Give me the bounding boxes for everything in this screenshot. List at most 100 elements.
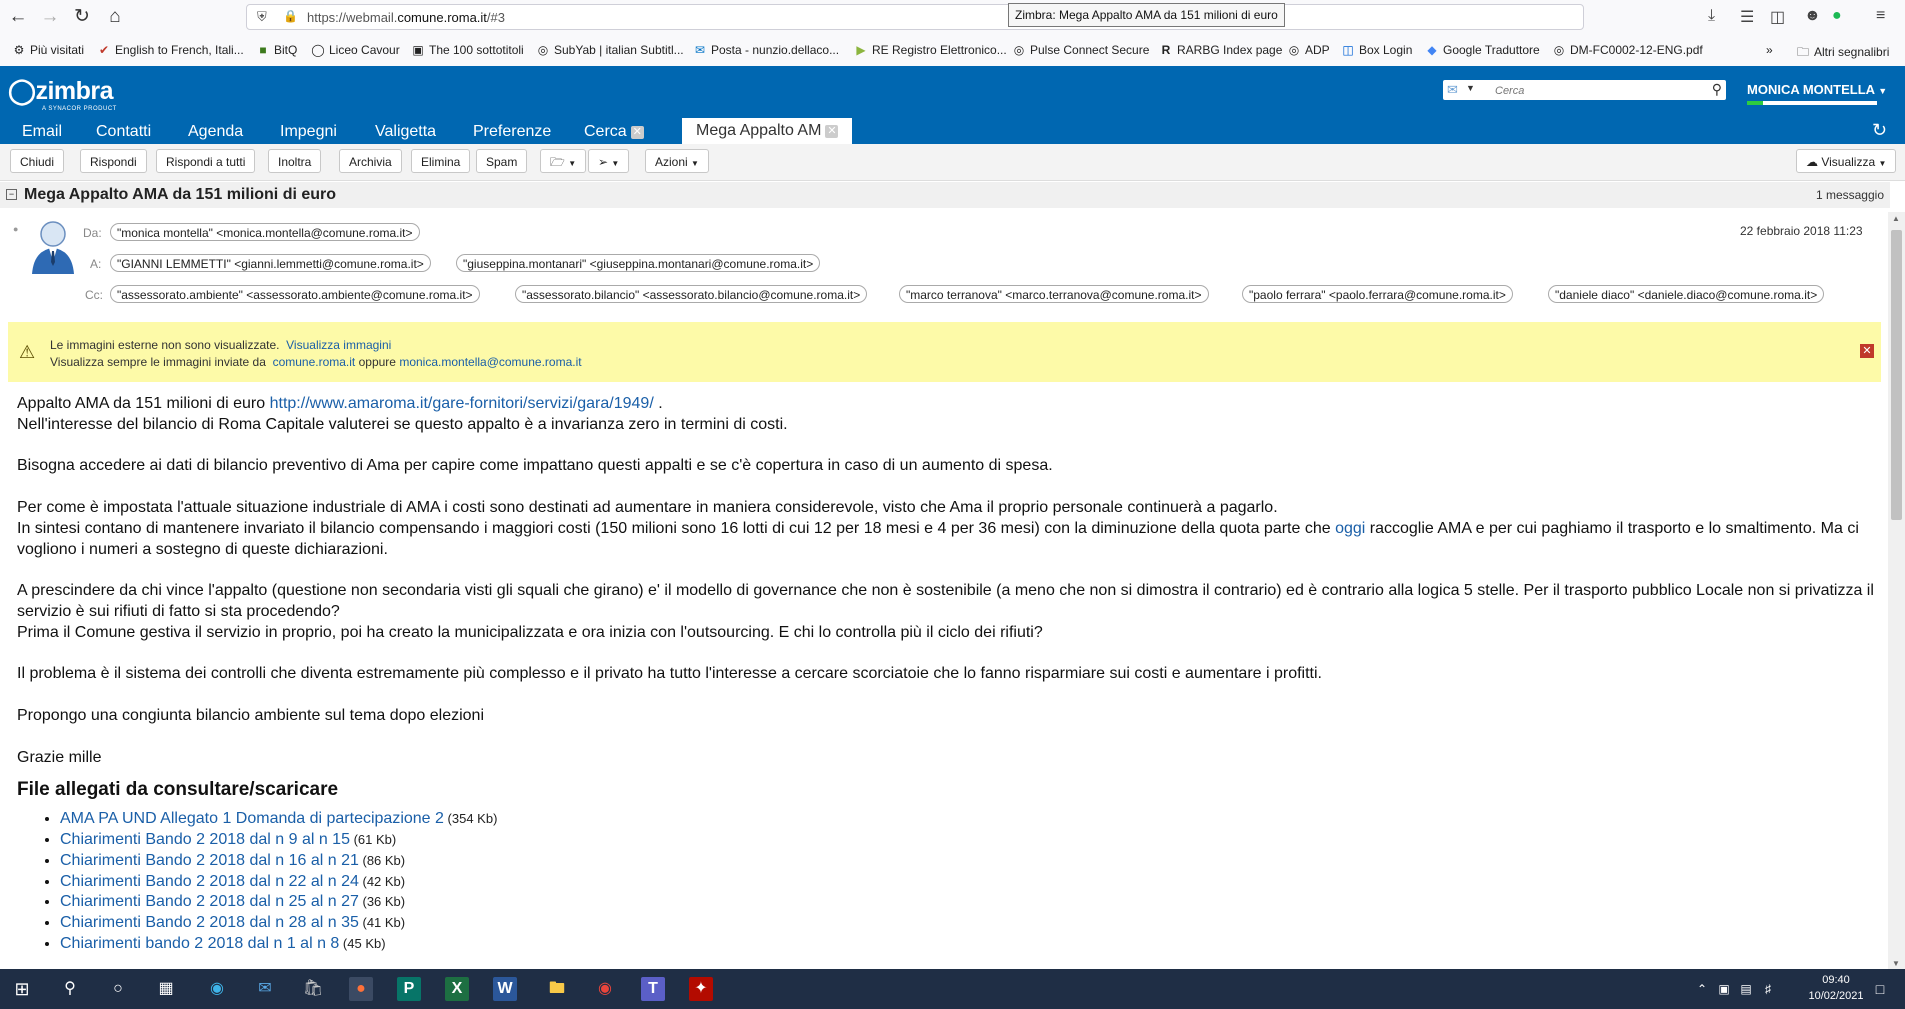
bookmark-item[interactable]: R RARBG Index page [1159,43,1283,57]
search-input[interactable] [1493,82,1697,99]
refresh-icon[interactable]: ↻ [1872,120,1887,141]
search-icon[interactable]: ⚲ [58,977,82,1001]
cortana-icon[interactable]: ○ [106,977,130,1001]
gara-link[interactable]: http://www.amaroma.it/gare-fornitori/ser… [270,395,654,412]
volume-icon[interactable]: ♯ [1756,977,1780,1001]
mail-icon[interactable]: ✉ [253,977,277,1001]
scroll-up-icon[interactable]: ▲ [1892,214,1900,223]
chevron-down-icon[interactable]: ▼ [1466,83,1475,93]
from-address[interactable]: "monica montella" <monica.montella@comun… [110,223,420,241]
archive-button[interactable]: Archivia [339,149,402,173]
tab-impegni[interactable]: Impegni [280,120,337,144]
bookmark-item[interactable]: ◎ ADP [1287,43,1330,57]
tab-agenda[interactable]: Agenda [188,120,243,144]
file-explorer-icon[interactable]: 🖿 [545,977,569,1001]
cc-address[interactable]: "paolo ferrara" <paolo.ferrara@comune.ro… [1242,285,1513,303]
tab-cerca[interactable]: Cerca ✕ [584,120,644,144]
forward-button[interactable]: Inoltra [268,149,322,173]
reload-icon[interactable]: ↻ [70,6,94,30]
tag-button[interactable]: ➢ ▼ [588,149,630,173]
move-button[interactable]: 🗁 ▼ [540,149,587,173]
bookmark-item[interactable]: ✉ Posta - nunzio.dellaco... [693,43,839,57]
sidebar-icon[interactable]: ◫ [1770,7,1785,27]
tab-email[interactable]: Email [22,120,62,144]
attachment-link[interactable]: AMA PA UND Allegato 1 Domanda di parteci… [60,810,444,827]
attachment-link[interactable]: Chiarimenti Bando 2 2018 dal n 9 al n 15 [60,831,350,848]
trust-sender-link[interactable]: monica.montella@comune.roma.it [399,355,581,369]
url-bar[interactable]: ⛨ 🔒 https://webmail.comune.roma.it/#3 [246,4,1584,30]
attachment-link[interactable]: Chiarimenti Bando 2 2018 dal n 16 al n 2… [60,852,359,869]
bookmark-item[interactable]: ◆ Google Traduttore [1425,43,1539,57]
home-icon[interactable]: ⌂ [103,6,127,30]
close-icon[interactable]: ✕ [825,125,839,138]
bookmark-item[interactable]: ▣ The 100 sottotitoli [411,43,523,57]
chrome-icon[interactable]: ◉ [593,977,617,1001]
chevron-up-icon[interactable]: ⌃ [1690,977,1714,1001]
attachment-link[interactable]: Chiarimenti bando 2 2018 dal n 1 al n 8 [60,935,339,952]
publisher-icon[interactable]: P [397,977,421,1001]
bookmark-item[interactable]: ◎ DM-FC0002-12-ENG.pdf [1552,43,1703,57]
network-icon[interactable]: ▤ [1734,977,1758,1001]
attachment-link[interactable]: Chiarimenti Bando 2 2018 dal n 28 al n 3… [60,914,359,931]
scrollbar[interactable]: ▲ ▼ [1888,212,1905,970]
reply-all-button[interactable]: Rispondi a tutti [156,149,256,173]
view-button[interactable]: ☁ Visualizza ▼ [1796,149,1897,173]
trust-domain-link[interactable]: comune.roma.it [273,355,356,369]
search-box[interactable]: ✉ ▼ ⚲ [1443,80,1726,100]
forward-icon[interactable]: → [38,6,62,30]
word-icon[interactable]: W [493,977,517,1001]
tab-message[interactable]: Mega Appalto AM ✕ [682,118,853,144]
menu-icon[interactable]: ≡ [1876,7,1885,25]
cc-address[interactable]: "marco terranova" <marco.terranova@comun… [899,285,1209,303]
cc-address[interactable]: "daniele diaco" <daniele.diaco@comune.ro… [1548,285,1825,303]
attachment-link[interactable]: Chiarimenti Bando 2 2018 dal n 22 al n 2… [60,873,359,890]
mail-search-icon[interactable]: ✉ [1447,82,1458,98]
oggi-link[interactable]: oggi [1335,520,1365,537]
bookmark-item[interactable]: ◎ SubYab | italian Subtitl... [536,43,684,57]
reply-button[interactable]: Rispondi [80,149,147,173]
bookmark-item[interactable]: ◎ Pulse Connect Secure [1012,43,1150,57]
spam-button[interactable]: Spam [476,149,528,173]
tab-contatti[interactable]: Contatti [96,120,151,144]
account-icon[interactable]: ☻ [1804,7,1821,25]
attachment-link[interactable]: Chiarimenti Bando 2 2018 dal n 25 al n 2… [60,893,359,910]
other-bookmarks[interactable]: 🗀 Altri segnalibri [1796,43,1889,64]
bookmark-item[interactable]: ◯ Liceo Cavour [311,43,399,57]
show-images-link[interactable]: Visualizza immagini [286,338,391,352]
zimbra-logo[interactable]: ◯zimbra A SYNACOR PRODUCT [8,76,116,112]
clock-time[interactable]: 09:40 [1806,974,1866,986]
to-address[interactable]: "GIANNI LEMMETTI" <gianni.lemmetti@comun… [110,254,431,272]
download-icon[interactable]: ⤓ [1708,7,1715,25]
device-icon[interactable]: ▣ [1712,977,1736,1001]
windows-start-icon[interactable]: ⊞ [10,977,34,1001]
tab-valigetta[interactable]: Valigetta [375,120,436,144]
excel-icon[interactable]: X [445,977,469,1001]
delete-button[interactable]: Elimina [411,149,471,173]
scroll-down-icon[interactable]: ▼ [1892,959,1900,968]
bookmark-item[interactable]: ▶ RE Registro Elettronico... [854,43,1006,57]
actions-button[interactable]: Azioni ▼ [645,149,709,173]
unread-dot-icon[interactable]: ● [13,224,18,234]
cc-address[interactable]: "assessorato.ambiente" <assessorato.ambi… [110,285,480,303]
edge-icon[interactable]: ◉ [205,977,229,1001]
close-icon[interactable]: ✕ [1860,344,1874,358]
bookmark-item[interactable]: ✔ English to French, Itali... [97,43,244,57]
task-view-icon[interactable]: ▦ [154,977,178,1001]
bookmark-item[interactable]: ⚙ Più visitati [12,43,84,57]
user-menu[interactable]: MONICA MONTELLA ▼ [1747,82,1887,97]
grammarly-icon[interactable]: ● [1832,7,1842,25]
scroll-thumb[interactable] [1891,230,1902,520]
teams-icon[interactable]: T [641,977,665,1001]
library-icon[interactable]: ☰ [1740,7,1754,27]
url-text[interactable]: https://webmail.comune.roma.it/#3 [307,10,505,25]
more-bookmarks-icon[interactable]: » [1766,43,1773,57]
back-icon[interactable]: ← [6,6,30,30]
tab-preferenze[interactable]: Preferenze [473,120,551,144]
to-address[interactable]: "giuseppina.montanari" <giuseppina.monta… [456,254,821,272]
notification-icon[interactable]: □ [1868,977,1892,1001]
collapse-icon[interactable]: − [6,189,17,200]
search-icon[interactable]: ⚲ [1712,81,1722,98]
store-icon[interactable]: 🛍 [301,977,325,1001]
bookmark-item[interactable]: ■ BitQ [256,43,297,57]
cc-address[interactable]: "assessorato.bilancio" <assessorato.bila… [515,285,868,303]
